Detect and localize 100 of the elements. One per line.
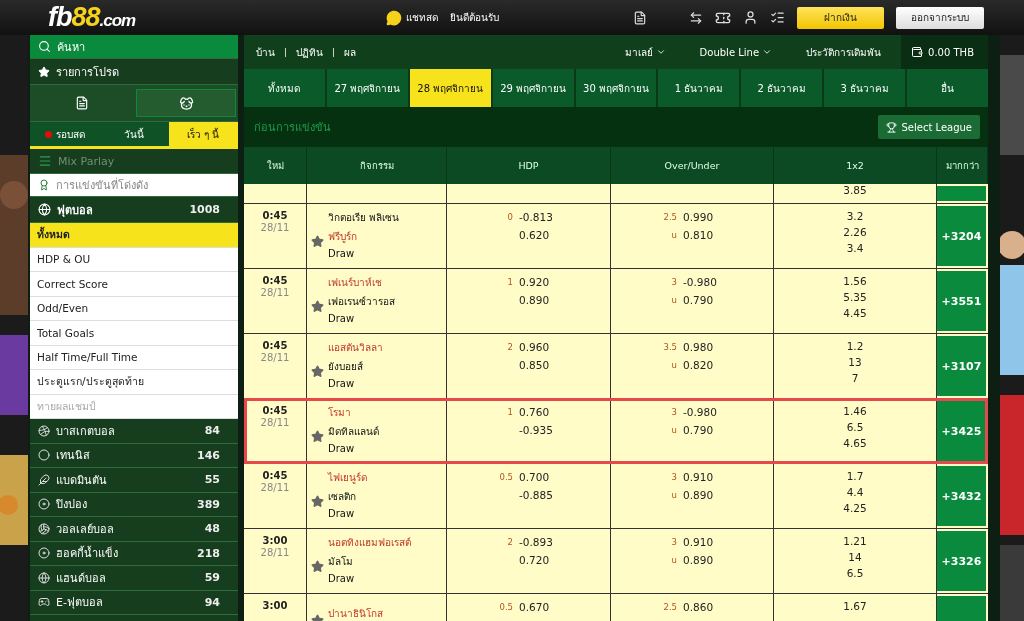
time-tab[interactable]: รอบสด: [30, 122, 100, 146]
odds-value[interactable]: 0.990: [683, 211, 714, 223]
more-bets-button[interactable]: +3326: [937, 531, 986, 591]
time-tab[interactable]: เร็ว ๆ นี้: [168, 122, 238, 146]
user-icon[interactable]: [743, 10, 758, 25]
favorites-link[interactable]: รายการโปรด: [56, 62, 119, 81]
odds-value[interactable]: 6.5: [778, 421, 932, 433]
odds-value[interactable]: 0.920: [519, 276, 550, 288]
market-item[interactable]: Odd/Even: [30, 296, 238, 321]
more-bets-button[interactable]: +3107: [937, 336, 986, 396]
transfer-icon[interactable]: [689, 10, 703, 25]
deposit-button[interactable]: ฝากเงิน: [797, 6, 884, 29]
odds-value[interactable]: 1.7: [778, 470, 932, 482]
sport-name[interactable]: วอลเลย์บอล: [56, 519, 114, 538]
odds-value[interactable]: 4.4: [778, 486, 932, 498]
star-icon[interactable]: [311, 365, 324, 378]
time-tab[interactable]: วันนี้: [99, 122, 169, 146]
odds-value[interactable]: 1.67: [778, 600, 932, 612]
odds-value[interactable]: 7: [778, 372, 932, 384]
search-field[interactable]: ค้นหา: [57, 37, 85, 56]
odds-value[interactable]: 0.670: [519, 601, 550, 613]
star-icon[interactable]: [311, 430, 324, 443]
document-icon[interactable]: [633, 10, 647, 25]
date-tab[interactable]: อื่น: [907, 69, 988, 107]
sport-name[interactable]: บาสเกตบอล: [56, 421, 115, 440]
star-icon[interactable]: [311, 495, 324, 508]
date-tab[interactable]: 28 พฤศจิกายน: [409, 69, 491, 107]
sport-name[interactable]: ปิงปอง: [56, 495, 87, 514]
odds-value[interactable]: 0.790: [683, 294, 714, 306]
nav-link[interactable]: ผล: [344, 44, 356, 60]
odds-value[interactable]: 0.850: [519, 359, 550, 371]
star-icon[interactable]: [311, 560, 324, 573]
odds-value[interactable]: 1.21: [778, 535, 932, 547]
date-tab[interactable]: 2 ธันวาคม: [741, 69, 823, 107]
star-icon[interactable]: [311, 235, 324, 248]
odds-value[interactable]: 4.65: [778, 437, 932, 449]
odds-type-dropdown[interactable]: มาเลย์: [618, 43, 672, 61]
more-bets-button[interactable]: +3551: [937, 271, 986, 331]
chat-icon[interactable]: [386, 9, 402, 26]
odds-value[interactable]: -0.980: [683, 406, 717, 418]
odds-value[interactable]: 0.910: [683, 471, 714, 483]
odds-value[interactable]: 0.810: [683, 229, 714, 241]
search-icon[interactable]: [38, 40, 51, 53]
odds-value[interactable]: 6.5: [778, 567, 932, 579]
odds-value[interactable]: 3.4: [778, 242, 932, 254]
odds-value[interactable]: -0.893: [519, 536, 553, 548]
market-item[interactable]: Correct Score: [30, 272, 238, 297]
sport-name[interactable]: ฟุตบอล: [57, 200, 93, 219]
odds-value[interactable]: 14: [778, 551, 932, 563]
market-item[interactable]: HDP & OU: [30, 247, 238, 272]
odds-value[interactable]: 0.860: [683, 601, 714, 613]
date-tab[interactable]: 29 พฤศจิกายน: [492, 69, 574, 107]
odds-value[interactable]: 0.910: [683, 536, 714, 548]
star-icon[interactable]: [311, 300, 324, 313]
odds-value[interactable]: 0.760: [519, 406, 550, 418]
odds-value[interactable]: -0.935: [519, 424, 553, 436]
odds-value[interactable]: 0.700: [519, 471, 550, 483]
display-dropdown[interactable]: Double Line: [693, 45, 779, 59]
sport-name[interactable]: แบดมินตัน: [56, 470, 107, 489]
market-item[interactable]: Total Goals: [30, 321, 238, 346]
logo[interactable]: fb88.com: [48, 2, 136, 33]
odds-value[interactable]: 13: [778, 356, 932, 368]
odds-value[interactable]: 1.46: [778, 405, 932, 417]
date-tab[interactable]: 3 ธันวาคม: [824, 69, 906, 107]
date-tab[interactable]: 27 พฤศจิกายน: [326, 69, 408, 107]
sport-name[interactable]: แฮนด์บอล: [56, 568, 106, 587]
odds-value[interactable]: 0.980: [683, 341, 714, 353]
odds-value[interactable]: 4.25: [778, 502, 932, 514]
select-league-button[interactable]: Select League: [878, 115, 980, 139]
view-toggle[interactable]: [136, 89, 236, 117]
odds-value[interactable]: 0.890: [519, 294, 550, 306]
odds-value[interactable]: 0.820: [683, 359, 714, 371]
market-item[interactable]: Half Time/Full Time: [30, 345, 238, 370]
odds-value[interactable]: 1.2: [778, 340, 932, 352]
nav-link[interactable]: บ้าน: [256, 44, 275, 60]
odds-value[interactable]: 3.2: [778, 210, 932, 222]
nav-link[interactable]: ปฏิทิน: [296, 44, 323, 60]
odds-value[interactable]: 2.26: [778, 226, 932, 238]
sport-name[interactable]: ฮอคกี้น้ำแข็ง: [56, 544, 118, 563]
odds-value[interactable]: 0.790: [683, 424, 714, 436]
more-bets-button[interactable]: +3204: [937, 206, 986, 266]
more-bets-button[interactable]: +3425: [937, 401, 986, 461]
odds-value[interactable]: 3.85: [778, 184, 932, 196]
odds-value[interactable]: -0.885: [519, 489, 553, 501]
odds-value[interactable]: -0.813: [519, 211, 553, 223]
odds-value[interactable]: 5.35: [778, 291, 932, 303]
odds-value[interactable]: 4.45: [778, 307, 932, 319]
odds-value[interactable]: 0.960: [519, 341, 550, 353]
market-item[interactable]: ทั้งหมด: [30, 223, 238, 248]
checklist-icon[interactable]: [770, 10, 785, 25]
sport-name[interactable]: E-ฟุตบอล: [56, 593, 103, 612]
sport-name[interactable]: เทนนิส: [56, 446, 90, 465]
odds-value[interactable]: 0.720: [519, 554, 550, 566]
history-link[interactable]: ประวัติการเดิมพัน: [800, 43, 888, 61]
odds-value[interactable]: 0.890: [683, 489, 714, 501]
odds-value[interactable]: 1.56: [778, 275, 932, 287]
date-tab[interactable]: 1 ธันวาคม: [658, 69, 740, 107]
odds-value[interactable]: 0.620: [519, 229, 550, 241]
more-bets-button[interactable]: +3432: [937, 466, 986, 526]
chat-link[interactable]: แชทสด: [406, 10, 438, 25]
